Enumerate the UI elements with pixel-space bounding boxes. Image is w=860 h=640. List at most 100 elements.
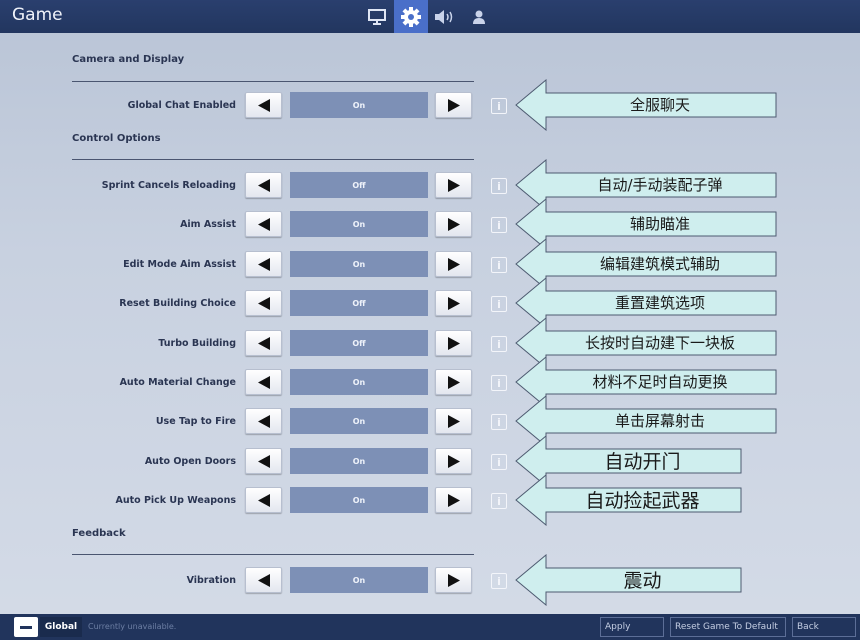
- gear-icon: [401, 6, 421, 27]
- info-icon[interactable]: i: [491, 493, 507, 509]
- arrow-left-icon: [257, 414, 270, 428]
- next-option-button[interactable]: [435, 290, 472, 316]
- arrow-right-icon: [447, 493, 460, 507]
- setting-row: Aim Assist On i 辅助瞄准: [0, 198, 860, 250]
- tab-display[interactable]: [360, 0, 394, 33]
- callout-text: 辅助瞄准: [629, 214, 690, 233]
- previous-option-button[interactable]: [245, 92, 282, 118]
- reset-game-to-default-button[interactable]: Reset Game To Default: [670, 617, 786, 637]
- previous-option-button[interactable]: [245, 330, 282, 356]
- arrow-left-icon: [257, 454, 270, 468]
- previous-option-button[interactable]: [245, 448, 282, 474]
- section-control-options: Control Options: [72, 133, 161, 144]
- setting-row: Edit Mode Aim Assist On i 编辑建筑模式辅助: [0, 238, 860, 290]
- divider: [72, 81, 474, 82]
- arrow-right-icon: [447, 414, 460, 428]
- annotation-callout: 震动: [515, 554, 755, 606]
- settings-tabs: [360, 0, 496, 33]
- previous-option-button[interactable]: [245, 251, 282, 277]
- arrow-left-icon: [257, 573, 270, 587]
- setting-label: Sprint Cancels Reloading: [101, 180, 236, 191]
- info-icon[interactable]: i: [491, 257, 507, 273]
- arrow-right-icon: [447, 296, 460, 310]
- previous-option-button[interactable]: [245, 369, 282, 395]
- setting-value: On: [290, 211, 428, 237]
- arrow-right-icon: [447, 257, 460, 271]
- setting-label: Reset Building Choice: [119, 298, 236, 309]
- setting-row: Auto Pick Up Weapons On i 自动捡起武器: [0, 474, 860, 526]
- tab-game[interactable]: [394, 0, 428, 33]
- previous-option-button[interactable]: [245, 172, 282, 198]
- info-icon[interactable]: i: [491, 336, 507, 352]
- setting-row: Reset Building Choice Off i 重置建筑选项: [0, 277, 860, 329]
- apply-button[interactable]: Apply: [600, 617, 664, 637]
- section-feedback: Feedback: [72, 528, 126, 539]
- setting-value: On: [290, 408, 428, 434]
- setting-label: Auto Material Change: [119, 377, 236, 388]
- annotation-callout: 全服聊天: [515, 79, 777, 131]
- info-icon[interactable]: i: [491, 573, 507, 589]
- previous-option-button[interactable]: [245, 487, 282, 513]
- divider: [72, 554, 474, 555]
- info-icon[interactable]: i: [491, 414, 507, 430]
- info-icon[interactable]: i: [491, 296, 507, 312]
- info-icon[interactable]: i: [491, 178, 507, 194]
- next-option-button[interactable]: [435, 369, 472, 395]
- callout-text: 编辑建筑模式辅助: [599, 254, 720, 273]
- info-icon[interactable]: i: [491, 98, 507, 114]
- arrow-right-icon: [447, 454, 460, 468]
- next-option-button[interactable]: [435, 211, 472, 237]
- next-option-button[interactable]: [435, 330, 472, 356]
- callout-text: 震动: [623, 569, 662, 592]
- previous-option-button[interactable]: [245, 211, 282, 237]
- next-option-button[interactable]: [435, 448, 472, 474]
- setting-label: Aim Assist: [180, 219, 236, 230]
- callout-text: 材料不足时自动更换: [592, 372, 728, 391]
- next-option-button[interactable]: [435, 251, 472, 277]
- arrow-left-icon: [257, 493, 270, 507]
- next-option-button[interactable]: [435, 487, 472, 513]
- setting-value: Off: [290, 290, 428, 316]
- setting-value: Off: [290, 172, 428, 198]
- chat-status: Currently unavailable.: [88, 622, 177, 631]
- annotation-callout: 自动捡起武器: [515, 474, 755, 526]
- next-option-button[interactable]: [435, 567, 472, 593]
- arrow-left-icon: [257, 375, 270, 389]
- page-title: Game: [12, 5, 63, 25]
- arrow-left-icon: [257, 296, 270, 310]
- tab-audio[interactable]: [428, 0, 462, 33]
- back-button[interactable]: Back: [792, 617, 856, 637]
- setting-value: On: [290, 448, 428, 474]
- info-icon[interactable]: i: [491, 454, 507, 470]
- info-icon[interactable]: i: [491, 375, 507, 391]
- top-bar: Game: [0, 0, 860, 33]
- arrow-right-icon: [447, 336, 460, 350]
- person-icon: [473, 10, 485, 24]
- chat-tab-global[interactable]: Global: [40, 617, 82, 637]
- setting-value: On: [290, 487, 428, 513]
- bottom-bar: Global Currently unavailable. Apply Rese…: [0, 614, 860, 640]
- setting-label: Auto Open Doors: [144, 456, 236, 467]
- previous-option-button[interactable]: [245, 290, 282, 316]
- next-option-button[interactable]: [435, 172, 472, 198]
- setting-label: Turbo Building: [158, 338, 236, 349]
- callout-text: 自动捡起武器: [585, 489, 700, 512]
- next-option-button[interactable]: [435, 408, 472, 434]
- setting-value: On: [290, 369, 428, 395]
- setting-row: Turbo Building Off i 长按时自动建下一块板: [0, 317, 860, 369]
- arrow-right-icon: [447, 217, 460, 231]
- arrow-right-icon: [447, 178, 460, 192]
- setting-row: Auto Open Doors On i 自动开门: [0, 435, 860, 487]
- info-icon[interactable]: i: [491, 217, 507, 233]
- setting-value: Off: [290, 330, 428, 356]
- setting-label: Auto Pick Up Weapons: [115, 495, 236, 506]
- previous-option-button[interactable]: [245, 408, 282, 434]
- next-option-button[interactable]: [435, 92, 472, 118]
- chat-menu-button[interactable]: [14, 617, 38, 637]
- setting-row: Use Tap to Fire On i 单击屏幕射击: [0, 395, 860, 447]
- setting-value: On: [290, 567, 428, 593]
- previous-option-button[interactable]: [245, 567, 282, 593]
- callout-text: 长按时自动建下一块板: [584, 333, 735, 352]
- tab-account[interactable]: [462, 0, 496, 33]
- arrow-right-icon: [447, 573, 460, 587]
